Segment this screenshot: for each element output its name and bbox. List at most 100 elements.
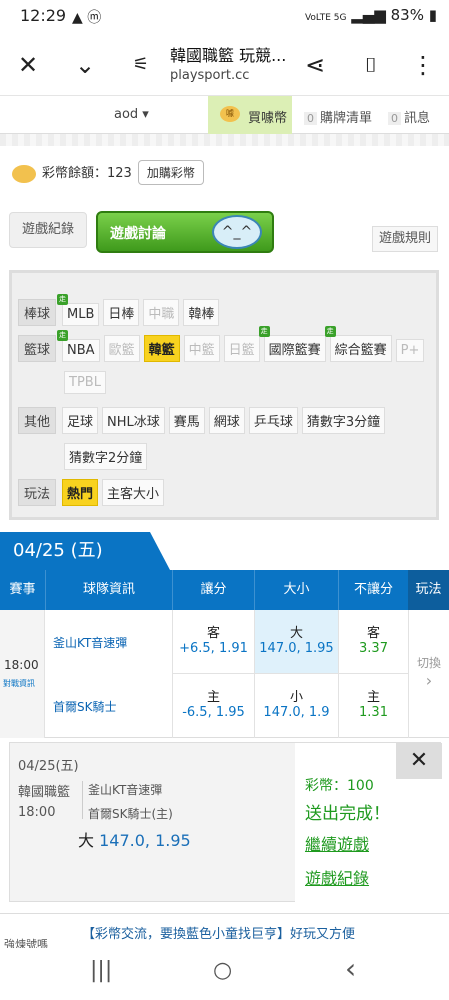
site-settings-icon[interactable]: ⚟ bbox=[126, 50, 156, 80]
chip-label: 乒乓球 bbox=[253, 415, 293, 430]
bet-value: 147.0, 1.95 bbox=[99, 831, 191, 850]
tab-game-record[interactable]: 遊戲紀錄 bbox=[9, 212, 87, 248]
league-chip[interactable]: 走綜合籃賽 bbox=[324, 326, 392, 362]
messages-link[interactable]: 0 訊息 bbox=[388, 107, 430, 126]
continue-game-link[interactable]: 繼續遊戲 bbox=[305, 831, 369, 855]
chip-label: P+ bbox=[400, 343, 420, 358]
bookmark-icon[interactable]: ⌷ bbox=[356, 50, 386, 80]
home-moneyline-cell[interactable]: 主 1.31 bbox=[338, 674, 408, 738]
close-icon[interactable]: ✕ bbox=[396, 743, 442, 779]
category-label: 玩法 bbox=[18, 479, 57, 506]
header-team: 球隊資訊 bbox=[45, 570, 172, 610]
bet-key: 大 bbox=[78, 831, 95, 850]
divider bbox=[0, 134, 449, 146]
chip-label: 賽馬 bbox=[173, 415, 200, 430]
header-total: 大小 bbox=[254, 570, 338, 610]
away-ml-key: 客 bbox=[366, 626, 380, 641]
league-chip[interactable]: 中籃 bbox=[183, 335, 220, 362]
cart-link[interactable]: 0 購牌清單 bbox=[304, 107, 372, 126]
home-icon[interactable]: ○ bbox=[213, 958, 232, 983]
away-team[interactable]: 釜山KT音速彈 bbox=[53, 634, 127, 651]
league-chip[interactable]: 歐籃 bbox=[103, 335, 140, 362]
league-chip[interactable]: 乒乓球 bbox=[248, 407, 298, 434]
more-icon[interactable]: ⋮ bbox=[408, 50, 438, 80]
league-chip[interactable]: 走國際籃賽 bbox=[258, 326, 326, 362]
league-chip[interactable]: 足球 bbox=[62, 407, 99, 434]
home-total-value: 147.0, 1.9 bbox=[263, 705, 330, 720]
league-chip[interactable]: 韓棒 bbox=[183, 299, 220, 326]
buy-coins-button[interactable]: 噱 買噱幣 bbox=[208, 96, 292, 134]
chip-label: 足球 bbox=[67, 415, 94, 430]
walk-badge-icon: 走 bbox=[57, 330, 69, 341]
matchup-info-link[interactable]: 對戰資訊 bbox=[3, 678, 35, 689]
msg-count: 0 bbox=[388, 112, 401, 125]
chip-label: 韓棒 bbox=[188, 307, 215, 322]
balance-label: 彩幣餘額：123 bbox=[42, 166, 132, 181]
submit-success: 送出完成！ bbox=[305, 804, 390, 824]
switch-label: 切換 bbox=[416, 656, 441, 670]
banner-text: 【彩幣交流，要換藍色小童找巨亨】好玩又方便 bbox=[82, 927, 356, 942]
league-chip[interactable]: 猜數字2分鐘 bbox=[64, 443, 148, 470]
league-chip[interactable]: 走 NBA bbox=[57, 330, 100, 362]
share-icon[interactable]: ⋖ bbox=[300, 50, 330, 80]
chip-label: NHL冰球 bbox=[107, 415, 160, 430]
chip-label: 日棒 bbox=[108, 307, 135, 322]
league-chip[interactable]: 中職 bbox=[143, 299, 180, 326]
category-label: 籃球 bbox=[18, 335, 57, 362]
chip-label: NBA bbox=[67, 343, 95, 358]
switch-play-button[interactable]: 切換 › bbox=[408, 610, 449, 738]
league-chip[interactable]: 日籃 bbox=[223, 335, 260, 362]
chip-label: 中籃 bbox=[188, 343, 215, 358]
away-spread-cell[interactable]: 客 +6.5, 1.91 bbox=[172, 610, 254, 674]
game-time: 18:00 bbox=[4, 658, 39, 672]
add-coins-button[interactable]: 加購彩幣 bbox=[137, 160, 204, 185]
home-total-key: 小 bbox=[289, 690, 303, 705]
away-moneyline-cell[interactable]: 客 3.37 bbox=[338, 610, 408, 674]
filter-row-basketball: 籃球走 NBA 歐籃 韓籃 中籃 日籃走國際籃賽走綜合籃賽 P+ bbox=[18, 326, 428, 362]
away-total-cell[interactable]: 大 147.0, 1.95 bbox=[254, 610, 338, 674]
league-chip[interactable]: NHL冰球 bbox=[102, 407, 165, 434]
league-chip[interactable]: 賽馬 bbox=[168, 407, 205, 434]
popup-bet: 大 147.0, 1.95 bbox=[78, 827, 191, 851]
popup-time: 18:00 bbox=[18, 805, 56, 820]
header-spread: 讓分 bbox=[172, 570, 254, 610]
msg-label: 訊息 bbox=[404, 111, 431, 126]
league-chip[interactable]: TPBL bbox=[64, 371, 106, 394]
league-chip[interactable]: 走 MLB bbox=[57, 294, 100, 326]
tab-game-discussion[interactable]: 遊戲討論 ^_^ bbox=[96, 211, 274, 253]
home-total-cell[interactable]: 小 147.0, 1.9 bbox=[254, 674, 338, 738]
league-chip[interactable]: 主客大小 bbox=[102, 479, 165, 506]
tab-game-rules[interactable]: 遊戲規則 bbox=[372, 226, 438, 252]
league-chip[interactable]: 網球 bbox=[208, 407, 245, 434]
filter-row-play: 玩法 熱門 主客大小 bbox=[18, 479, 168, 506]
away-total-value: 147.0, 1.95 bbox=[259, 641, 334, 656]
chip-label: 網球 bbox=[213, 415, 240, 430]
chip-label: 綜合籃賽 bbox=[334, 343, 387, 358]
popup-league: 韓國職籃 bbox=[18, 785, 71, 800]
league-chip[interactable]: 猜數字3分鐘 bbox=[301, 407, 386, 434]
home-spread-key: 主 bbox=[206, 690, 220, 705]
user-menu[interactable]: aod ▾ bbox=[114, 107, 149, 122]
site-nav: aod ▾ 噱 買噱幣 0 購牌清單 0 訊息 bbox=[0, 96, 449, 134]
game-record-link[interactable]: 遊戲紀錄 bbox=[305, 865, 369, 889]
walk-badge-icon: 走 bbox=[258, 326, 270, 337]
close-icon[interactable]: ✕ bbox=[13, 50, 43, 80]
chevron-down-icon[interactable]: ⌄ bbox=[70, 50, 100, 80]
chip-label: 主客大小 bbox=[107, 487, 160, 502]
status-bar: 12:29 ▲ ⓜ VoLTE 5G ▂▄▆ 83% ▮ bbox=[0, 0, 449, 34]
back-icon[interactable]: ‹ bbox=[345, 952, 356, 985]
chip-label: TPBL bbox=[69, 375, 101, 390]
divider bbox=[82, 781, 83, 819]
popup-away-team: 釜山KT音速彈 bbox=[88, 783, 163, 797]
home-team[interactable]: 首爾SK騎士 bbox=[53, 698, 117, 715]
coin-icon: 噱 bbox=[220, 106, 240, 122]
chip-label: MLB bbox=[67, 307, 95, 322]
filter-row-baseball: 棒球走 MLB 日棒 中職 韓棒 bbox=[18, 294, 223, 326]
league-chip[interactable]: 韓籃 bbox=[143, 335, 180, 362]
league-chip[interactable]: 日棒 bbox=[103, 299, 140, 326]
promo-banner[interactable]: 強煉號嗎 【彩幣交流，要換藍色小童找巨亨】好玩又方便 bbox=[0, 913, 449, 951]
recent-apps-icon[interactable]: ||| bbox=[90, 958, 112, 983]
league-chip[interactable]: P+ bbox=[395, 339, 425, 362]
home-spread-cell[interactable]: 主 -6.5, 1.95 bbox=[172, 674, 254, 738]
league-chip[interactable]: 熱門 bbox=[62, 479, 99, 506]
